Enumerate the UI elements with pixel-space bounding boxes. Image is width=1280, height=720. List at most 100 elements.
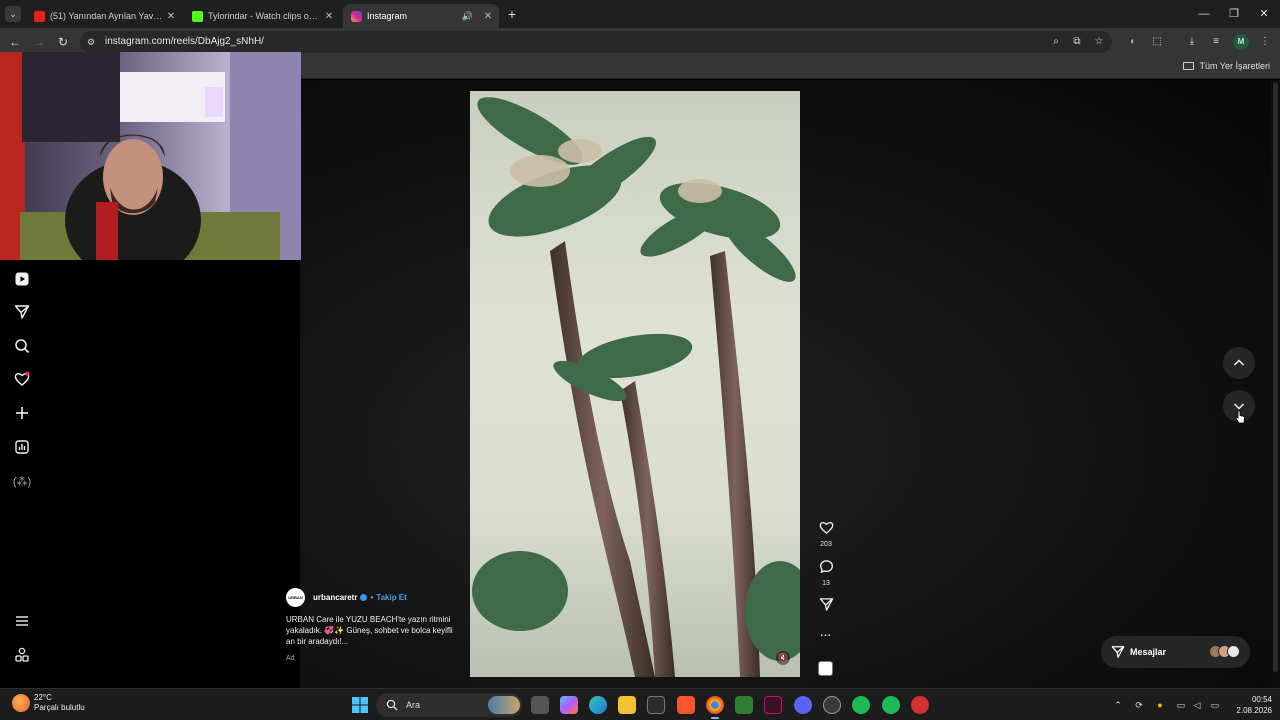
network-icon[interactable]: ▭ (1175, 699, 1187, 711)
comment-count: 13 (822, 580, 830, 587)
separator-dot: • (370, 593, 374, 602)
clock-time: 00:54 (1251, 695, 1272, 704)
ad-label: Ad (286, 655, 295, 662)
weather-widget[interactable]: 22°C Parçalı bulutlu (12, 693, 85, 713)
restore-button[interactable]: ❐ (1224, 4, 1244, 24)
bookmark-star-icon[interactable]: ☆ (1092, 35, 1106, 49)
zoom-icon[interactable]: ⌕ (1049, 35, 1063, 49)
send-icon (1111, 646, 1125, 658)
document-app-icon[interactable] (735, 696, 753, 714)
reload-button[interactable]: ↻ (54, 33, 72, 51)
follow-button[interactable]: Takip Et (376, 593, 407, 602)
new-tab-button[interactable]: + (504, 6, 520, 22)
search-icon (386, 699, 398, 711)
windows-logo-icon (352, 697, 368, 713)
chrome-icon[interactable] (706, 696, 724, 719)
forward-button[interactable]: → (30, 33, 48, 51)
weather-icon (12, 694, 30, 712)
all-bookmarks-button[interactable]: Tüm Yer İşaretleri (1183, 61, 1270, 71)
tab-search-button[interactable]: ⌄ (5, 6, 21, 22)
download-icon[interactable]: ⤓ (1184, 34, 1200, 50)
extension-icon[interactable]: ◖ (1124, 34, 1140, 50)
speaker-icon[interactable]: 🔊 (462, 11, 473, 22)
insights-icon[interactable] (12, 439, 32, 459)
message-avatars (1209, 645, 1240, 658)
avatar[interactable]: URBAN (286, 588, 305, 607)
verified-badge-icon (360, 594, 368, 601)
scrollbar-thumb[interactable] (1273, 82, 1278, 672)
edge-icon[interactable] (589, 696, 607, 714)
tray-overflow-icon[interactable]: ⌃ (1112, 699, 1124, 711)
media-control-icon[interactable]: ≡ (1208, 34, 1224, 50)
tab-title: Instagram (367, 11, 408, 21)
task-view-icon[interactable] (531, 696, 549, 714)
heart-icon[interactable] (12, 371, 32, 391)
video-editor-icon[interactable] (764, 696, 782, 714)
taskbar-search[interactable]: Ara (376, 693, 522, 717)
audio-thumbnail[interactable] (818, 661, 833, 676)
avatar (1227, 645, 1240, 658)
spotify-icon[interactable] (882, 696, 900, 714)
previous-reel-button[interactable] (1223, 347, 1255, 379)
chevron-up-icon (1233, 359, 1245, 366)
close-tab-icon[interactable]: ✕ (322, 11, 336, 22)
close-window-button[interactable]: ✕ (1254, 4, 1274, 24)
heart-icon (819, 522, 833, 534)
menu-icon[interactable] (12, 613, 32, 633)
discord-icon[interactable] (794, 696, 812, 714)
tab-kick[interactable]: Tylorindar - Watch clips on Kick ✕ (184, 4, 340, 28)
palm-trees-image (472, 97, 800, 677)
sync-icon[interactable]: ⟳ (1133, 699, 1145, 711)
install-app-icon[interactable]: ⧉ (1070, 35, 1084, 49)
caption-header: URBAN urbancaretr • Takip Et (286, 588, 461, 607)
system-clock[interactable]: 00:54 2.08.2026 (1226, 694, 1272, 716)
volume-icon[interactable]: ◁ (1191, 699, 1203, 711)
messages-button[interactable]: Mesajlar (1101, 636, 1250, 668)
reel-video[interactable]: 🔇 (470, 91, 800, 677)
spotify-icon[interactable] (852, 696, 870, 714)
search-icon[interactable] (12, 338, 32, 358)
url-text: instagram.com/reels/DbAjg2_sNhH/ (105, 36, 264, 47)
mute-icon[interactable]: 🔇 (776, 651, 790, 665)
reels-icon[interactable] (12, 271, 32, 291)
store-icon[interactable] (647, 696, 665, 714)
tab-instagram[interactable]: Instagram 🔊 ✕ (343, 4, 499, 28)
minimize-button[interactable]: — (1194, 4, 1214, 24)
all-bookmarks-label: Tüm Yer İşaretleri (1199, 61, 1270, 71)
start-button[interactable] (351, 696, 369, 714)
extensions-puzzle-icon[interactable]: ⬚ (1149, 34, 1165, 50)
microphone-icon[interactable]: ● (1154, 699, 1166, 711)
copilot-icon[interactable] (560, 696, 578, 714)
site-info-icon[interactable]: ⚙ (87, 36, 99, 48)
weather-temp: 22°C (34, 693, 52, 702)
close-tab-icon[interactable]: ✕ (481, 11, 495, 22)
more-apps-icon[interactable] (12, 647, 32, 667)
comment-icon (819, 560, 833, 574)
hand-cursor-icon (1235, 410, 1245, 424)
caption-text[interactable]: URBAN Care ile YUZU BEACH'te yazın ritmi… (286, 614, 461, 647)
battery-icon[interactable]: ▭ (1207, 699, 1223, 711)
app-icon[interactable] (911, 696, 929, 714)
profile-avatar[interactable]: M (1233, 34, 1249, 50)
file-explorer-icon[interactable] (618, 696, 636, 714)
share-button[interactable] (816, 597, 836, 617)
close-tab-icon[interactable]: ✕ (164, 11, 178, 22)
send-icon[interactable] (12, 304, 32, 324)
like-button[interactable]: 203 (816, 520, 836, 548)
threads-icon[interactable]: (⁂) (12, 472, 32, 492)
back-button[interactable]: ← (6, 33, 24, 51)
instagram-icon (351, 10, 362, 22)
folder-icon (1183, 62, 1195, 70)
username[interactable]: urbancaretr (313, 593, 357, 602)
chrome-menu-icon[interactable]: ⋮ (1257, 34, 1273, 50)
create-icon[interactable] (12, 405, 32, 425)
page-scrollbar[interactable] (1271, 80, 1280, 688)
weather-text: 22°C Parçalı bulutlu (34, 693, 85, 713)
tab-strip: ⌄ (51) Yanından Ayrılan Yavrusuna ✕ Tylo… (0, 0, 1280, 28)
tab-youtube[interactable]: (51) Yanından Ayrılan Yavrusuna ✕ (26, 4, 182, 28)
brave-icon[interactable] (677, 696, 695, 714)
obs-icon[interactable] (823, 696, 841, 714)
comment-button[interactable]: 13 (816, 559, 836, 587)
address-bar[interactable]: ⚙ instagram.com/reels/DbAjg2_sNhH/ ⌕ ⧉ ☆ (80, 31, 1112, 53)
more-options-button[interactable]: ... (816, 628, 836, 639)
